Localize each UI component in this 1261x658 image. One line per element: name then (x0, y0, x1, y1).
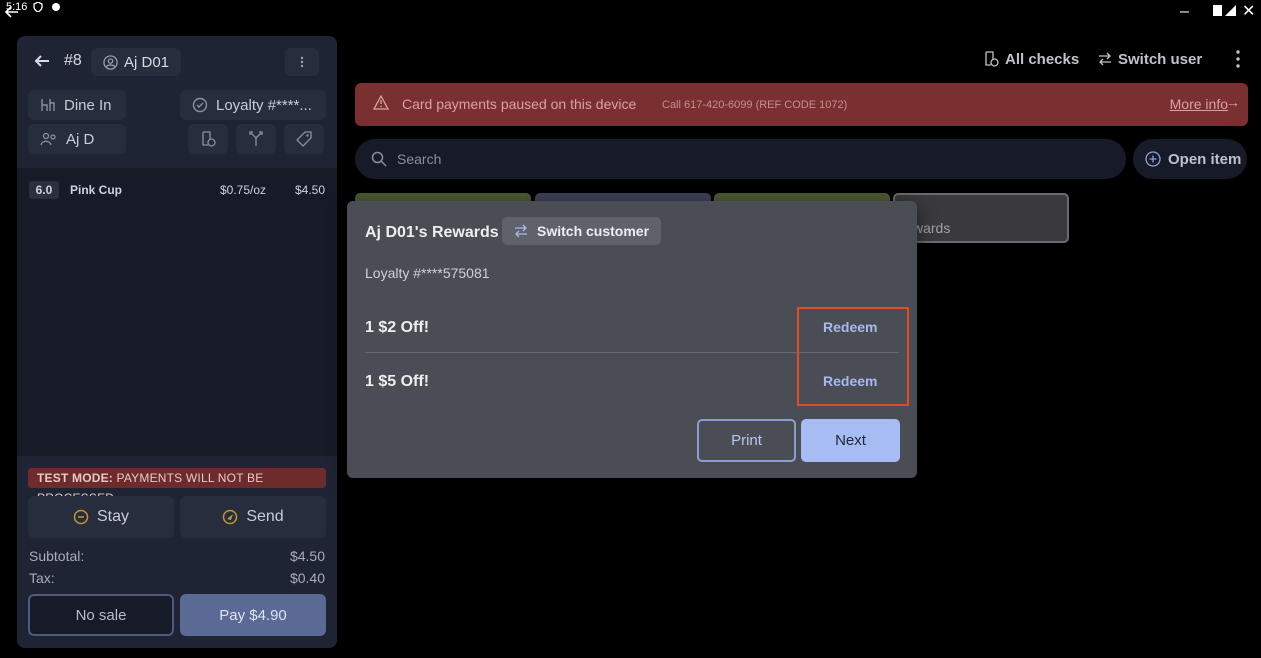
loyalty-chip[interactable]: Loyalty #****... (180, 90, 326, 120)
subtotal-row: Subtotal: $4.50 (29, 548, 325, 564)
plus-circle-icon (1145, 151, 1161, 167)
order-header: #8 Aj D01 Dine In Loyalty #****... Aj D (17, 36, 337, 168)
item-name: Pink Cup (70, 183, 123, 197)
search-placeholder: Search (397, 151, 442, 167)
modal-title: Aj D01's Rewards (365, 224, 499, 241)
no-sale-button[interactable]: No sale (28, 594, 174, 636)
redeem-highlight-box (797, 307, 909, 406)
switch-user-label: Switch user (1118, 50, 1203, 68)
loyalty-number: Loyalty #****575081 (365, 265, 490, 281)
next-button[interactable]: Next (801, 419, 900, 462)
tax-label: Tax: (29, 570, 55, 586)
item-quantity: 6.0 (29, 181, 59, 199)
dining-icon (41, 99, 55, 111)
test-mode-label: TEST MODE: (37, 471, 113, 485)
subtotal-label: Subtotal: (29, 548, 85, 564)
dine-option-label: Dine In (64, 96, 112, 114)
swap-icon (515, 224, 527, 238)
guest-label: Aj D (66, 130, 95, 148)
switch-customer-button[interactable]: Switch customer (502, 217, 661, 245)
send-button[interactable]: Send (180, 496, 326, 538)
loyalty-badge-icon (192, 97, 208, 113)
all-checks-button[interactable]: All checks (983, 48, 1079, 70)
discount-button[interactable] (284, 124, 324, 154)
record-icon (52, 3, 60, 11)
send-icon (223, 509, 238, 525)
more-vertical-icon (300, 56, 304, 68)
split-icon (249, 131, 263, 146)
shield-icon (33, 2, 43, 12)
customer-chip[interactable]: Aj D01 (91, 48, 181, 76)
category-tile-rewards[interactable]: wards (893, 193, 1069, 243)
search-input[interactable]: Search (355, 139, 1126, 179)
test-mode-banner: TEST MODE: PAYMENTS WILL NOT BE PROCESSE… (28, 468, 326, 505)
status-bar: 5:16 – ✕ (0, 0, 1261, 22)
item-unit-price: $0.75/oz (220, 183, 267, 197)
open-item-button[interactable]: Open item (1133, 139, 1247, 179)
card-payments-paused-banner: Card payments paused on this device Call… (355, 83, 1248, 126)
send-label: Send (246, 508, 284, 525)
tag-icon (296, 131, 312, 147)
close-icon[interactable]: ✕ (1242, 4, 1255, 20)
more-vertical-icon[interactable] (1230, 48, 1246, 70)
switch-customer-label: Switch customer (537, 223, 650, 239)
subtotal-value: $4.50 (289, 548, 325, 564)
category-rewards-label: wards (913, 220, 951, 236)
stay-icon (73, 509, 89, 525)
item-price: $4.50 (294, 183, 325, 197)
dine-option-chip[interactable]: Dine In (28, 90, 126, 120)
back-arrow-icon[interactable] (31, 50, 53, 72)
signal-battery-icon (1213, 5, 1236, 16)
reward-name: 1 $2 Off! (365, 319, 430, 336)
check-options-button[interactable] (188, 124, 228, 154)
split-button[interactable] (236, 124, 276, 154)
search-icon (371, 151, 387, 167)
guest-chip[interactable]: Aj D (28, 124, 126, 154)
warning-icon (373, 95, 389, 110)
order-menu-button[interactable] (285, 48, 319, 76)
more-info-link[interactable]: More info (1170, 96, 1228, 112)
switch-user-button[interactable]: Switch user (1098, 48, 1202, 70)
back-arrow-icon[interactable] (4, 4, 20, 20)
stay-label: Stay (96, 508, 129, 525)
receipt-clock-icon (985, 51, 999, 67)
loyalty-chip-label: Loyalty #****... (216, 96, 312, 114)
tax-value: $0.40 (289, 570, 325, 586)
swap-icon (1099, 52, 1111, 66)
arrow-right-icon: → (1226, 94, 1240, 110)
reward-name: 1 $5 Off! (365, 373, 430, 390)
minimize-icon[interactable]: – (1180, 4, 1189, 20)
user-circle-icon (103, 54, 118, 70)
rewards-modal: Aj D01's Rewards Switch customer Loyalty… (347, 201, 917, 478)
open-item-label: Open item (1168, 150, 1242, 168)
receipt-clock-icon (202, 131, 216, 147)
order-number: #8 (64, 52, 82, 69)
order-panel: #8 Aj D01 Dine In Loyalty #****... Aj D (17, 36, 337, 648)
order-footer: TEST MODE: PAYMENTS WILL NOT BE PROCESSE… (17, 456, 337, 648)
stay-button[interactable]: Stay (28, 496, 174, 538)
customer-chip-label: Aj D01 (124, 53, 170, 71)
print-button[interactable]: Print (697, 419, 796, 462)
guests-icon (40, 132, 56, 146)
tax-row: Tax: $0.40 (29, 570, 325, 586)
pay-button[interactable]: Pay $4.90 (180, 594, 326, 636)
banner-message: Card payments paused on this device (402, 96, 637, 112)
all-checks-label: All checks (1005, 50, 1080, 68)
banner-sub: Call 617-420-6099 (REF CODE 1072) (662, 99, 848, 111)
order-line-item[interactable]: 6.0 Pink Cup $0.75/oz $4.50 (29, 181, 325, 199)
